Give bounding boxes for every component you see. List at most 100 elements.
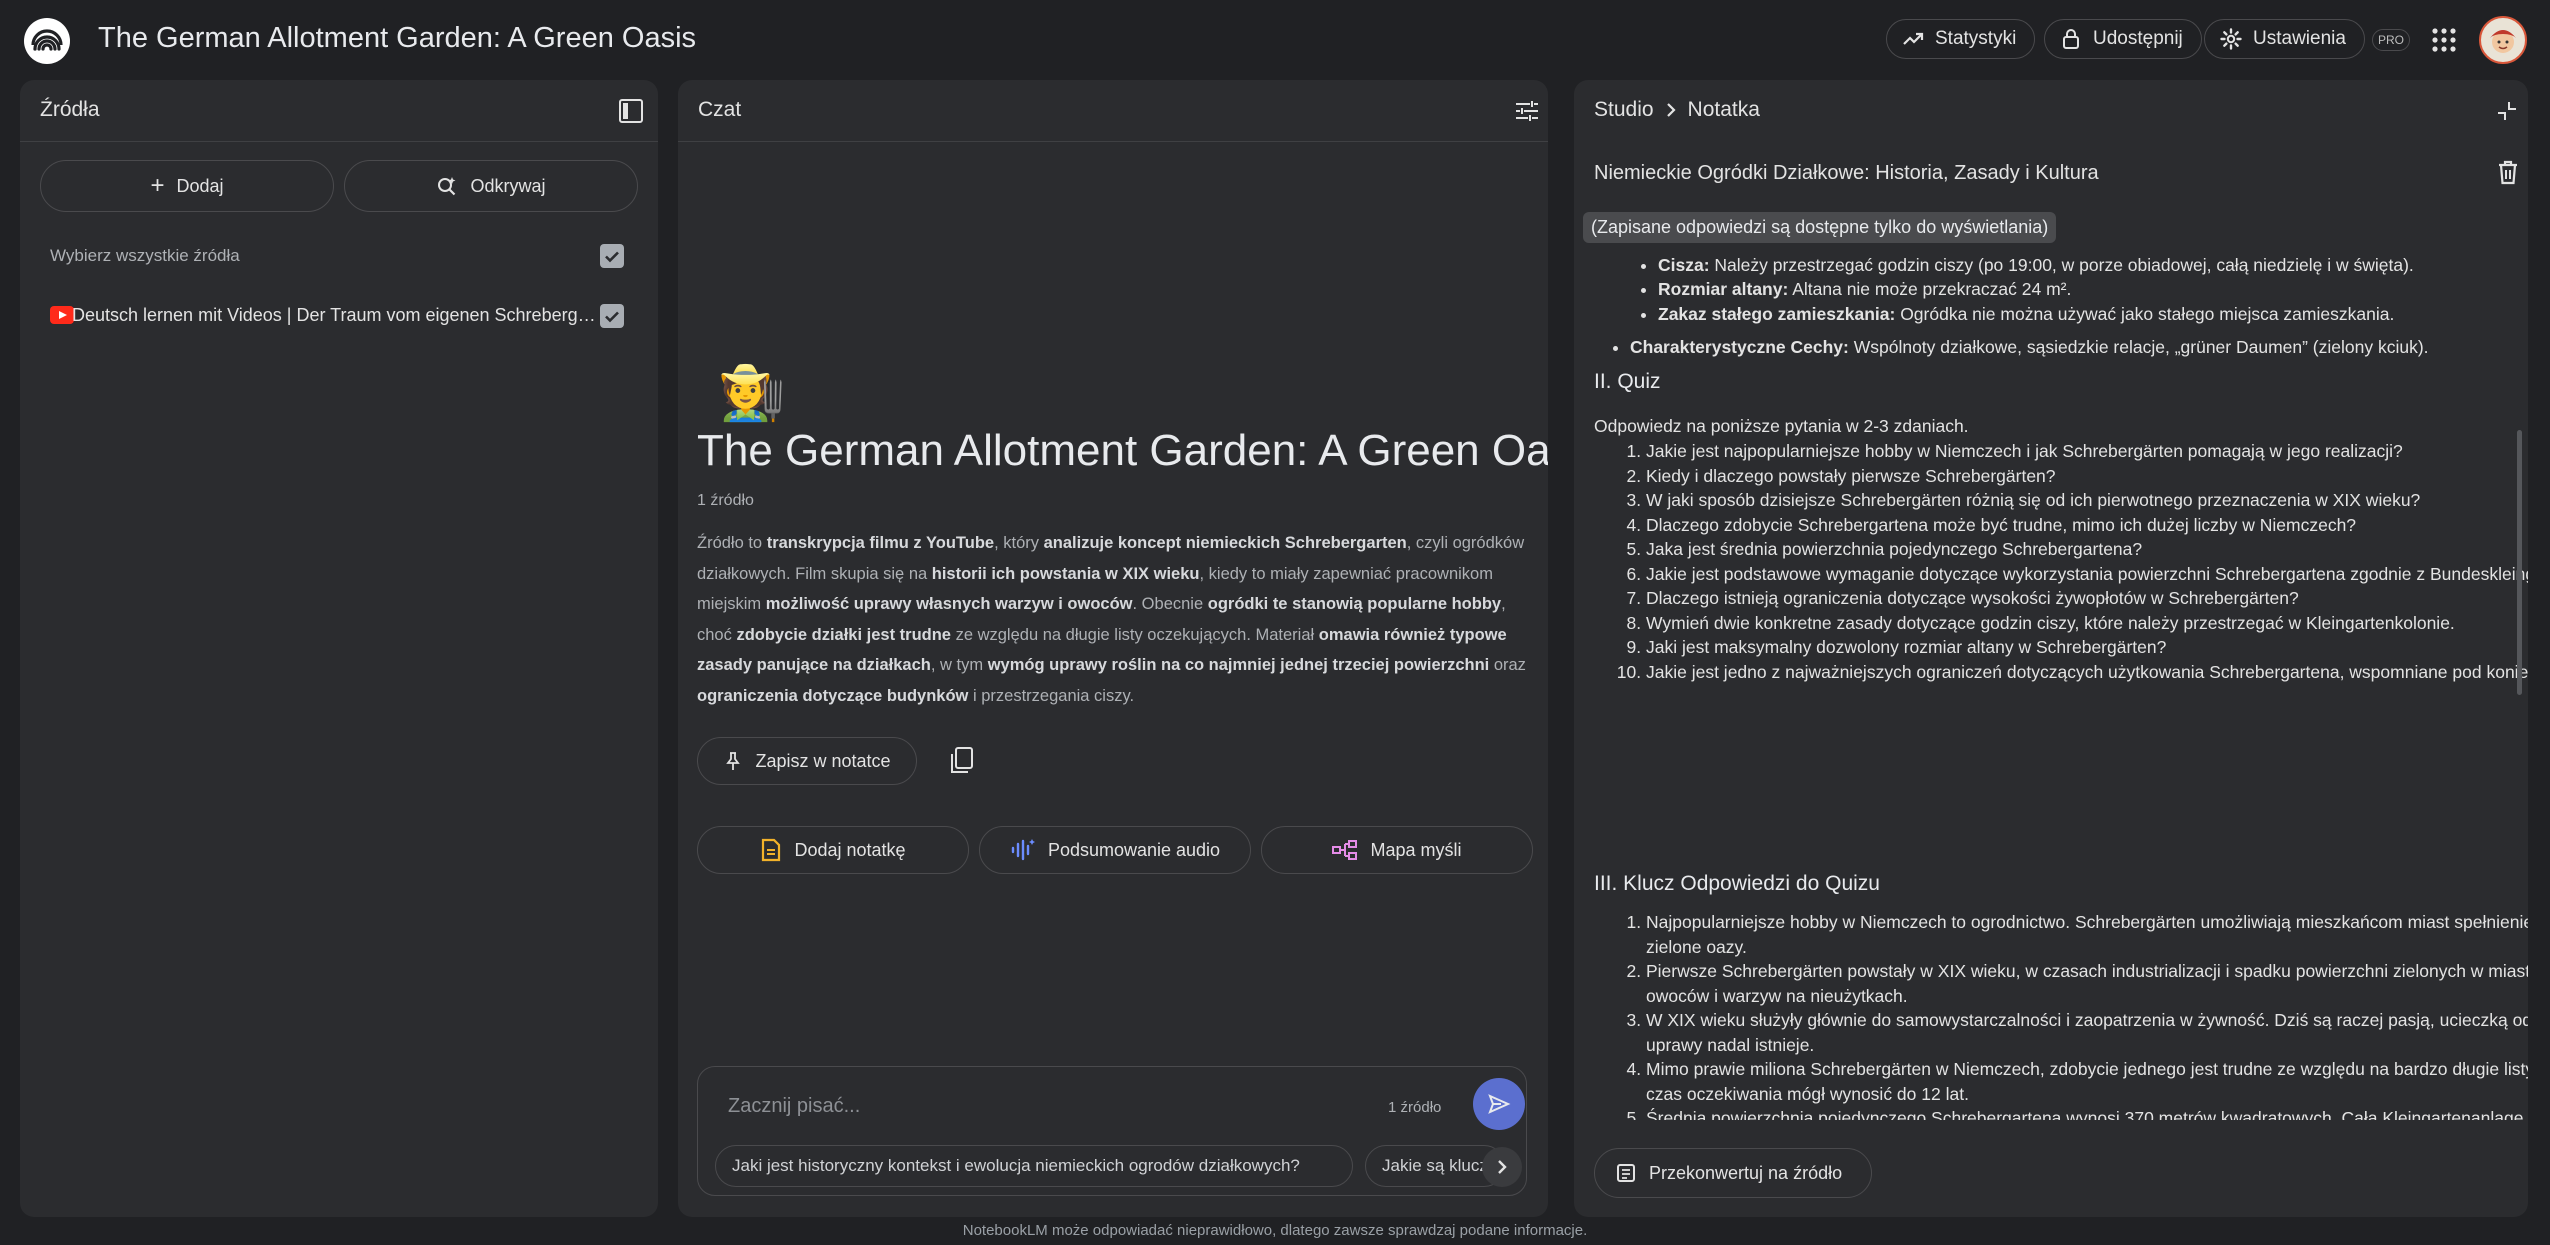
rule-key: Rozmiar altany:	[1658, 279, 1789, 299]
notebook-emoji: 🧑‍🌾	[718, 363, 786, 423]
delete-icon[interactable]	[2494, 158, 2522, 186]
characteristics-list: Charakterystyczne Cechy: Wspólnoty dział…	[1630, 335, 2528, 360]
notebooklm-logo-icon[interactable]	[24, 18, 70, 64]
add-note-button[interactable]: Dodaj notatkę	[697, 826, 969, 874]
rule-key: Zakaz stałego zamieszkania:	[1658, 303, 1896, 324]
chat-header: Czat	[678, 80, 1548, 142]
quiz-heading: II. Quiz	[1594, 370, 1661, 393]
pin-icon	[726, 752, 741, 770]
mind-map-label: Mapa myśli	[1370, 839, 1462, 860]
summary-highlight: możliwość uprawy własnych warzyw i owocó…	[765, 595, 1133, 613]
chat-input[interactable]: Zacznij pisać...	[728, 1095, 860, 1118]
next-suggestions-button[interactable]	[1482, 1147, 1522, 1187]
quiz-question: Jakie jest jedno z najważniejszych ogran…	[1646, 660, 2528, 685]
save-to-note-button[interactable]: Zapisz w notatce	[697, 737, 917, 785]
quiz-question: Jakie jest najpopularniejsze hobby w Nie…	[1646, 439, 2528, 464]
user-avatar[interactable]	[2479, 16, 2527, 64]
list-item: Charakterystyczne Cechy: Wspólnoty dział…	[1630, 335, 2528, 360]
breadcrumb: Studio Notatka	[1594, 98, 1760, 122]
rule-value: Altana nie może przekraczać 24 m².	[1788, 279, 2072, 299]
convert-to-source-button[interactable]: Przekonwertuj na źródło	[1594, 1148, 1872, 1198]
summary-text: , który	[994, 534, 1044, 552]
convert-source-icon	[1617, 1164, 1635, 1182]
save-to-note-label: Zapisz w notatce	[755, 750, 891, 771]
mind-map-button[interactable]: Mapa myśli	[1261, 826, 1533, 874]
checkmark-icon	[605, 251, 619, 263]
send-icon	[1488, 1094, 1511, 1114]
pro-badge: PRO	[2372, 29, 2410, 51]
share-button[interactable]: Udostępnij	[2044, 19, 2202, 59]
quiz-question: Kiedy i dlaczego powstały pierwsze Schre…	[1646, 464, 2528, 489]
source-summary: Źródło to transkrypcja filmu z YouTube, …	[697, 528, 1527, 711]
answers-list: Najpopularniejsze hobby w Niemczech to o…	[1646, 910, 2528, 1120]
chat-input-box[interactable]: Zacznij pisać... 1 źródło Jaki jest hist…	[697, 1066, 1527, 1196]
chat-panel: Czat 🧑‍🌾 The German Allotment Garden: A …	[678, 80, 1548, 1217]
add-source-label: Dodaj	[176, 175, 224, 196]
summary-highlight: historii ich powstania w XIX wieku	[931, 564, 1200, 583]
audio-wave-icon	[1011, 839, 1035, 861]
quiz-question: Dlaczego zdobycie Schrebergartena może b…	[1646, 513, 2528, 538]
rule-item: Cisza: Należy przestrzegać godzin ciszy …	[1658, 253, 2528, 278]
audio-summary-button[interactable]: Podsumowanie audio	[979, 826, 1251, 874]
rule-item: Zakaz stałego zamieszkania: Ogródka nie …	[1658, 302, 2528, 327]
summary-text: , w tym	[930, 656, 988, 674]
source-item-checkbox[interactable]	[600, 304, 624, 328]
statistics-button[interactable]: Statystyki	[1886, 19, 2036, 59]
quiz-question: Wymień dwie konkretne zasady dotyczące g…	[1646, 611, 2528, 636]
select-all-checkbox[interactable]	[600, 244, 624, 268]
breadcrumb-studio[interactable]: Studio	[1594, 98, 1654, 122]
note-title: Niemieckie Ogródki Działkowe: Historia, …	[1594, 162, 2099, 184]
mind-map-icon	[1332, 840, 1358, 860]
chevron-right-icon	[1498, 1160, 1507, 1174]
sources-panel: Źródła + Dodaj Odkrywaj Wybierz wszystki…	[20, 80, 658, 1217]
summary-text: oraz	[1489, 656, 1526, 674]
quiz-question: Jakie jest podstawowe wymaganie dotycząc…	[1646, 562, 2528, 587]
collapse-panel-icon[interactable]	[618, 98, 644, 124]
studio-header: Studio Notatka	[1574, 80, 2528, 142]
quiz-answer: Najpopularniejsze hobby w Niemczech to o…	[1646, 910, 2528, 959]
settings-button[interactable]: Ustawienia	[2204, 19, 2365, 59]
chevron-right-icon	[1666, 103, 1676, 117]
quiz-question: Jaki jest maksymalny dozwolony rozmiar a…	[1646, 635, 2528, 660]
summary-highlight: zdobycie działki jest trudne	[736, 625, 951, 644]
send-button[interactable]	[1473, 1078, 1525, 1130]
quiz-list: Jakie jest najpopularniejsze hobby w Nie…	[1646, 439, 2528, 684]
source-count: 1 źródło	[697, 492, 754, 509]
sources-title: Źródła	[40, 98, 100, 121]
add-source-button[interactable]: + Dodaj	[40, 160, 334, 212]
suggested-question[interactable]: Jaki jest historyczny kontekst i ewolucj…	[715, 1145, 1353, 1187]
checkmark-icon	[605, 311, 619, 323]
rule-value: Ogródka nie można używać jako stałego mi…	[1895, 303, 2395, 324]
rule-value: Należy przestrzegać godzin ciszy (po 19:…	[1709, 254, 2414, 275]
trending-up-icon	[1903, 32, 1924, 45]
answer-key-heading: III. Klucz Odpowiedzi do Quizu	[1594, 872, 1880, 895]
discover-label: Odkrywaj	[470, 175, 546, 196]
apps-grid-icon[interactable]	[2430, 26, 2458, 54]
readonly-badge: (Zapisane odpowiedzi są dostępne tylko d…	[1583, 212, 2057, 243]
summary-text: Źródło to	[697, 534, 767, 552]
gear-icon	[2220, 28, 2242, 50]
note-content: Wysokość żywopłotu: Od 1,20 m do 1,50 m …	[1574, 250, 2528, 1121]
discover-sources-button[interactable]: Odkrywaj	[344, 160, 638, 212]
sources-header: Źródła	[20, 80, 658, 142]
summary-text: . Obecnie	[1132, 595, 1208, 613]
collapse-icon[interactable]	[2496, 100, 2518, 122]
rules-list: Wysokość żywopłotu: Od 1,20 m do 1,50 m …	[1658, 250, 2528, 326]
search-sparkle-icon	[438, 177, 456, 196]
audio-summary-label: Podsumowanie audio	[1047, 839, 1221, 860]
notebook-title[interactable]: The German Allotment Garden: A Green Oas…	[98, 22, 696, 55]
quiz-answer: Pierwsze Schrebergärten powstały w XIX w…	[1646, 959, 2528, 1008]
copy-icon[interactable]	[948, 746, 976, 776]
source-item-label[interactable]: Deutsch lernen mit Videos | Der Traum vo…	[72, 305, 596, 326]
select-all-label: Wybierz wszystkie źródła	[50, 246, 240, 265]
quiz-question: Dlaczego istnieją ograniczenia dotyczące…	[1646, 586, 2528, 611]
summary-highlight: wymóg uprawy roślin na co najmniej jedne…	[987, 656, 1490, 674]
quiz-intro: Odpowiedz na poniższe pytania w 2-3 zdan…	[1594, 416, 1969, 436]
quiz-answer: Średnia powierzchnia pojedynczego Schreb…	[1646, 1106, 2528, 1120]
tune-settings-icon[interactable]	[1514, 98, 1540, 124]
scrollbar[interactable]	[2517, 430, 2522, 695]
summary-text: i przestrzegania ciszy.	[968, 686, 1135, 705]
studio-panel: Studio Notatka Niemieckie Ogródki Działk…	[1574, 80, 2528, 1217]
quiz-question: Jaka jest średnia powierzchnia pojedyncz…	[1646, 537, 2528, 562]
summary-highlight: transkrypcja filmu z YouTube	[766, 534, 995, 552]
